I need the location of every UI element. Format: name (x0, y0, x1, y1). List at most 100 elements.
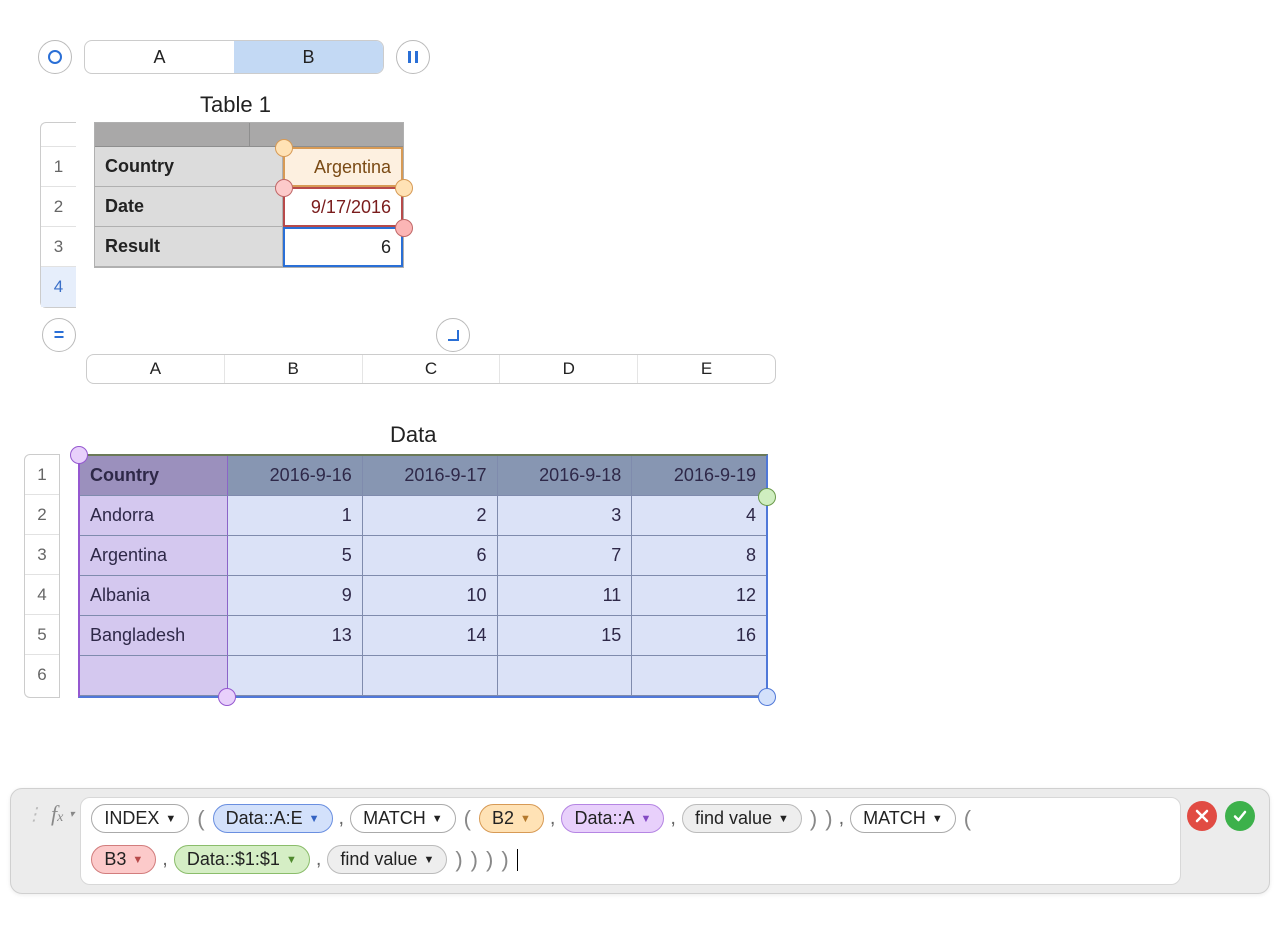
cell-B4[interactable]: 6 (283, 227, 403, 267)
row-num[interactable]: 3 (41, 227, 76, 267)
formula-function-chip[interactable]: MATCH▼ (850, 804, 956, 833)
col-A[interactable]: A (85, 41, 234, 73)
comma: , (339, 807, 345, 830)
row-num[interactable]: 1 (25, 455, 59, 495)
comma: , (839, 807, 845, 830)
data-cell[interactable]: 8 (632, 536, 766, 576)
data-cell[interactable]: Andorra (80, 496, 228, 536)
selection-handle-icon[interactable] (395, 219, 413, 237)
data-cell[interactable]: 13 (228, 616, 363, 656)
data-cell[interactable]: 4 (632, 496, 766, 536)
comma: , (550, 807, 556, 830)
table1-grid[interactable]: Country Argentina Date 9/17/2016 Result … (94, 122, 404, 268)
corner-icon[interactable] (436, 318, 470, 352)
data-cell[interactable] (363, 656, 498, 696)
paren-open: ( (197, 806, 204, 832)
row-num[interactable]: 3 (25, 535, 59, 575)
data-cell[interactable]: Bangladesh (80, 616, 228, 656)
row-num[interactable]: 4 (25, 575, 59, 615)
drag-handle-icon[interactable]: ⋮ (25, 804, 45, 825)
formula-bar: ⋮ fx ▾ INDEX▼(Data::A:E ▼,MATCH▼(B2 ▼,Da… (10, 788, 1270, 894)
paren-close: ) (455, 847, 462, 873)
col-E[interactable]: E (638, 355, 775, 383)
header-country[interactable]: Country (80, 456, 228, 496)
data-cell[interactable] (632, 656, 766, 696)
row-num[interactable]: 1 (41, 147, 76, 187)
formula-ref-chip[interactable]: Data::A:E ▼ (213, 804, 333, 833)
fx-dropdown-icon[interactable]: ▾ (69, 809, 74, 820)
row-num[interactable]: 2 (41, 187, 76, 227)
data-cell[interactable]: 2 (363, 496, 498, 536)
formula-ref-chip[interactable]: find value ▼ (327, 845, 447, 874)
range-handle-icon[interactable] (758, 688, 776, 706)
formula-function-chip[interactable]: MATCH▼ (350, 804, 456, 833)
cell-B2[interactable]: Argentina (283, 147, 403, 187)
formula-ref-chip[interactable]: B3 ▼ (91, 845, 156, 874)
data-cell[interactable]: 10 (363, 576, 498, 616)
data-cell[interactable] (228, 656, 363, 696)
equals-icon[interactable]: = (42, 318, 76, 352)
data-cell[interactable]: 14 (363, 616, 498, 656)
header-date[interactable]: 2016-9-19 (632, 456, 766, 496)
col-B[interactable]: B (234, 41, 383, 73)
data-cell[interactable]: Albania (80, 576, 228, 616)
range-handle-icon[interactable] (758, 488, 776, 506)
confirm-button[interactable] (1225, 801, 1255, 831)
data-cell[interactable]: 6 (363, 536, 498, 576)
selection-handle-icon[interactable] (275, 179, 293, 197)
data-cell[interactable]: 7 (498, 536, 633, 576)
range-handle-icon[interactable] (218, 688, 236, 706)
formula-ref-chip[interactable]: Data::$1:$1 ▼ (174, 845, 310, 874)
paren-close: ) (825, 806, 832, 832)
data-cell[interactable] (498, 656, 633, 696)
row-num-selected[interactable]: 4 (41, 267, 76, 307)
paren-close: ) (810, 806, 817, 832)
data-cell[interactable]: 9 (228, 576, 363, 616)
comma: , (670, 807, 676, 830)
data-cell[interactable]: 15 (498, 616, 633, 656)
data-cell[interactable] (80, 656, 228, 696)
comma: , (162, 848, 168, 871)
range-handle-icon[interactable] (70, 446, 88, 464)
data-grid[interactable]: Country 2016-9-16 2016-9-17 2016-9-18 20… (78, 454, 768, 698)
cell-B3[interactable]: 9/17/2016 (283, 187, 403, 227)
fx-icon[interactable]: fx (51, 801, 63, 827)
record-icon[interactable] (38, 40, 72, 74)
label-result[interactable]: Result (95, 227, 283, 267)
data-title: Data (390, 422, 1260, 448)
column-selector[interactable]: A B (84, 40, 384, 74)
formula-function-chip[interactable]: INDEX▼ (91, 804, 189, 833)
data-cell[interactable]: Argentina (80, 536, 228, 576)
selection-handle-icon[interactable] (395, 179, 413, 197)
row-num[interactable]: 2 (25, 495, 59, 535)
label-country[interactable]: Country (95, 147, 283, 187)
row-num[interactable]: 5 (25, 615, 59, 655)
data-columns-bar[interactable]: A B C D E (86, 354, 776, 384)
cancel-button[interactable] (1187, 801, 1217, 831)
data-cell[interactable]: 1 (228, 496, 363, 536)
data-cell[interactable]: 11 (498, 576, 633, 616)
selection-handle-icon[interactable] (275, 139, 293, 157)
header-date[interactable]: 2016-9-18 (498, 456, 633, 496)
col-B[interactable]: B (225, 355, 363, 383)
pause-icon[interactable] (396, 40, 430, 74)
table1-title: Table 1 (200, 92, 1260, 118)
paren-close: ) (471, 847, 478, 873)
formula-input[interactable]: INDEX▼(Data::A:E ▼,MATCH▼(B2 ▼,Data::A ▼… (80, 797, 1181, 885)
data-cell[interactable]: 5 (228, 536, 363, 576)
formula-ref-chip[interactable]: B2 ▼ (479, 804, 544, 833)
header-date[interactable]: 2016-9-16 (228, 456, 363, 496)
col-C[interactable]: C (363, 355, 501, 383)
data-cell[interactable]: 3 (498, 496, 633, 536)
formula-ref-chip[interactable]: find value ▼ (682, 804, 802, 833)
col-A[interactable]: A (87, 355, 225, 383)
col-D[interactable]: D (500, 355, 638, 383)
label-date[interactable]: Date (95, 187, 283, 227)
data-cell[interactable]: 12 (632, 576, 766, 616)
paren-open: ( (964, 806, 971, 832)
formula-ref-chip[interactable]: Data::A ▼ (561, 804, 664, 833)
text-caret (517, 849, 518, 871)
data-cell[interactable]: 16 (632, 616, 766, 656)
row-num[interactable]: 6 (25, 655, 59, 695)
header-date[interactable]: 2016-9-17 (363, 456, 498, 496)
